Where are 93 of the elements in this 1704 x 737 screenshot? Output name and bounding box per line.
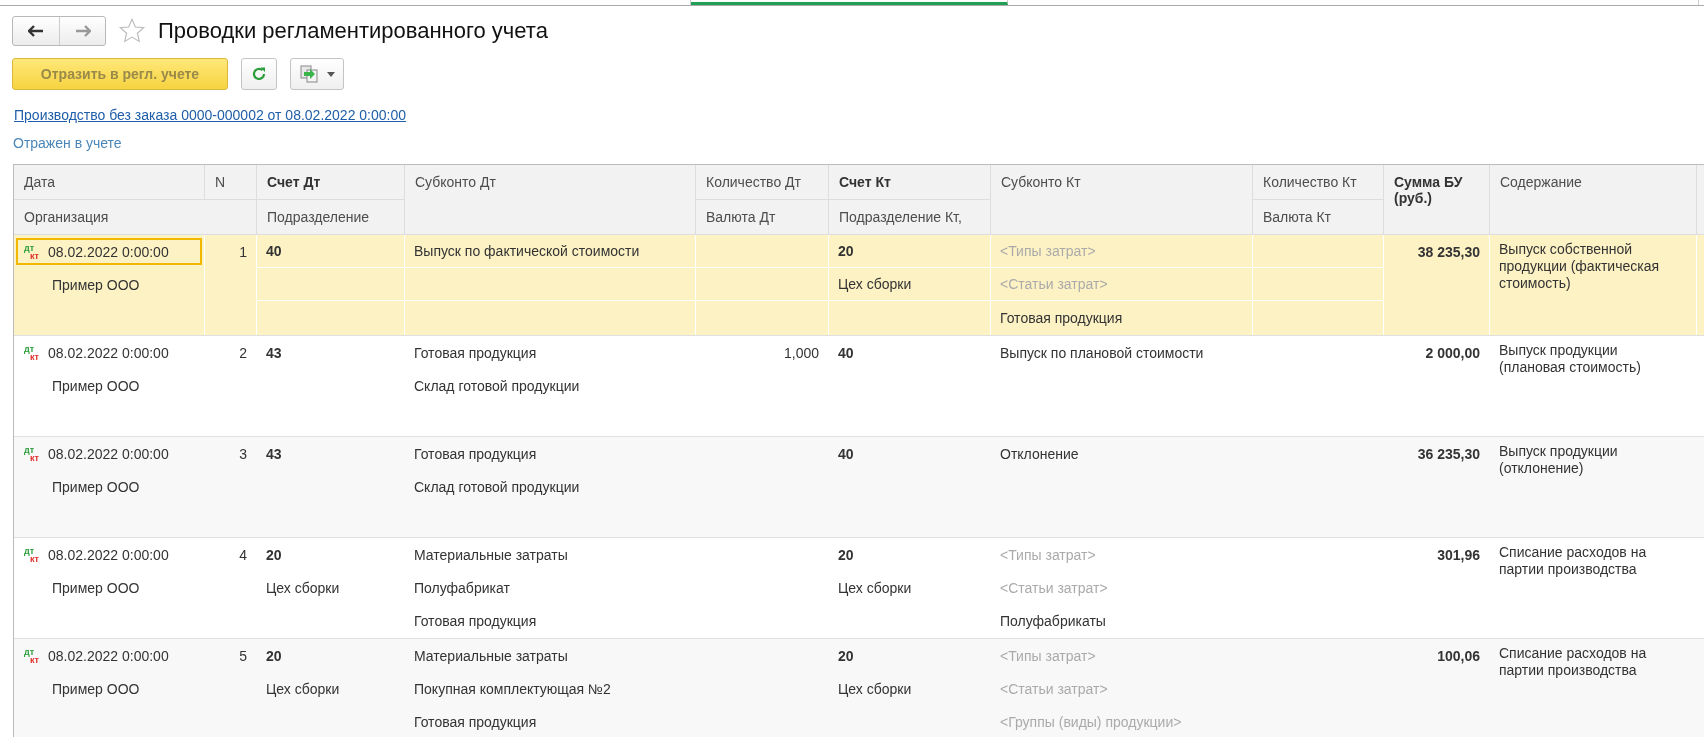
- document-link[interactable]: Производство без заказа 0000-000002 от 08.02.2022 0:00:00: [14, 107, 407, 123]
- subconto-cell: Материальные затраты: [414, 546, 568, 563]
- subconto-cell: Отклонение: [1000, 445, 1079, 462]
- debit-mark: дт: [24, 546, 35, 555]
- organization-cell-text: Пример ООО: [51, 680, 140, 697]
- row-number: 4: [239, 546, 247, 563]
- description-cell-text: Выпуск собственной продукции (фактическая стоимость): [1498, 240, 1661, 293]
- subconto-cell: <Статьи затрат>: [1000, 680, 1108, 697]
- row-number: 5: [239, 647, 247, 664]
- subconto-cell: Выпуск по плановой стоимости: [1000, 344, 1204, 361]
- subconto-cell: Выпуск по фактической стоимости: [414, 243, 640, 259]
- row-number: 3: [239, 445, 247, 462]
- status-text: Отражен в учете: [13, 135, 123, 151]
- date-text: 08.02.2022 0:00:00: [48, 445, 169, 462]
- subconto-cell: Склад готовой продукции: [414, 377, 580, 394]
- subconto-cell: Материальные затраты: [414, 647, 568, 664]
- date-text: 08.02.2022 0:00:00: [48, 243, 169, 260]
- row-number: 1: [239, 243, 247, 260]
- description-cell-text: Выпуск продукции (плановая стоимость): [1498, 341, 1642, 377]
- description-cell-text: Списание расходов на партии производства: [1498, 543, 1648, 579]
- subconto-cell: <Типы затрат>: [1000, 243, 1096, 259]
- date-text: 08.02.2022 0:00:00: [48, 647, 169, 664]
- account-cell: 20: [838, 243, 854, 259]
- column-header[interactable]: N: [205, 165, 257, 200]
- account-cell: 20: [838, 647, 854, 664]
- account-cell: 20: [266, 647, 282, 664]
- documents-icon: [299, 64, 321, 84]
- subconto-cell: <Статьи затрат>: [1000, 276, 1108, 292]
- subconto-cell: <Типы затрат>: [1000, 647, 1096, 664]
- account-cell: 40: [266, 243, 282, 259]
- account-cell: 40: [838, 344, 854, 361]
- forward-arrow-icon: [74, 25, 91, 37]
- credit-mark: кт: [29, 352, 40, 361]
- column-header[interactable]: Дата: [14, 165, 205, 200]
- account-cell: 43: [266, 344, 282, 361]
- star-icon[interactable]: [118, 17, 146, 45]
- debit-mark: дт: [24, 243, 35, 252]
- subconto-cell: Готовая продукция: [1000, 309, 1123, 326]
- subdivision-cell: Цех сборки: [266, 579, 340, 596]
- subconto-cell: Полуфабрикат: [414, 579, 510, 596]
- documents-dropdown-button[interactable]: [290, 58, 344, 90]
- debit-mark: дт: [24, 647, 35, 656]
- debit-mark: дт: [24, 344, 35, 353]
- organization-cell-text: Пример ООО: [51, 377, 140, 394]
- subconto-cell: Покупная комплектующая №2: [414, 680, 611, 697]
- subconto-cell: Готовая продукция: [414, 713, 537, 730]
- amount-cell: 36 235,30: [1417, 445, 1480, 462]
- credit-mark: кт: [29, 453, 40, 462]
- account-cell: 20: [838, 546, 854, 563]
- table-row[interactable]: дт кт 08.02.2022 0:00:00 Пример ООО 3 43 Готовая продукция Склад готовой продукции 40 Отклонение 36 235,30 Выпуск продукции (отклонение): [14, 437, 1704, 538]
- quantity-cell: 1,000: [783, 344, 819, 361]
- refresh-button[interactable]: [241, 58, 277, 90]
- subdivision-cell: Цех сборки: [838, 276, 912, 292]
- credit-mark: кт: [29, 554, 40, 563]
- date-text: 08.02.2022 0:00:00: [48, 344, 169, 361]
- column-header[interactable]: Счет Кт: [829, 165, 991, 200]
- description-cell-text: Выпуск продукции (отклонение): [1498, 442, 1619, 478]
- amount-cell: 2 000,00: [1425, 344, 1480, 361]
- subconto-cell: Готовая продукция: [414, 445, 537, 462]
- subconto-cell: Готовая продукция: [414, 344, 537, 361]
- subdivision-cell: Цех сборки: [838, 579, 912, 596]
- account-cell: 43: [266, 445, 282, 462]
- organization-cell-text: Пример ООО: [51, 478, 140, 495]
- subconto-cell: <Статьи затрат>: [1000, 579, 1108, 596]
- account-cell: 40: [838, 445, 854, 462]
- subconto-cell: <Группы (виды) продукции>: [1000, 713, 1182, 730]
- debit-mark: дт: [24, 445, 35, 454]
- amount-cell: 38 235,30: [1417, 243, 1480, 260]
- subdivision-cell: Цех сборки: [838, 680, 912, 697]
- refresh-icon: [250, 65, 268, 83]
- table-row[interactable]: дт кт 08.02.2022 0:00:00 Пример ООО 1 40 Выпуск по фактической стоимости 20 Цех сборки <Типы затрат> <Статьи затрат> Готовая продукция 38 235,30 Выпуск собственной продукции (фактическая стоимость): [14, 235, 1704, 336]
- window-title: Проводки регламентированного учета: [158, 18, 548, 44]
- organization-cell-text: Пример ООО: [51, 276, 140, 293]
- organization-cell-text: Пример ООО: [51, 579, 140, 596]
- description-cell-text: Списание расходов на партии производства: [1498, 644, 1648, 680]
- table-row[interactable]: [14, 639, 1704, 737]
- amount-cell: 301,96: [1437, 546, 1480, 563]
- subconto-cell: <Типы затрат>: [1000, 546, 1096, 563]
- subdivision-cell: Цех сборки: [266, 680, 340, 697]
- account-cell: 20: [266, 546, 282, 563]
- subconto-cell: Склад готовой продукции: [414, 478, 580, 495]
- date-text: 08.02.2022 0:00:00: [48, 546, 169, 563]
- amount-cell: 100,06: [1437, 647, 1480, 664]
- credit-mark: кт: [29, 655, 40, 664]
- row-number: 2: [239, 344, 247, 361]
- column-header[interactable]: Счет Дт: [257, 165, 405, 200]
- back-arrow-icon: [28, 25, 44, 37]
- column-header[interactable]: Количество Дт: [696, 165, 829, 200]
- column-header[interactable]: Количество Кт: [1253, 165, 1384, 200]
- subconto-cell: Готовая продукция: [414, 612, 537, 629]
- credit-mark: кт: [29, 251, 40, 260]
- subconto-cell: Полуфабрикаты: [1000, 612, 1106, 629]
- caret-icon: [327, 71, 335, 77]
